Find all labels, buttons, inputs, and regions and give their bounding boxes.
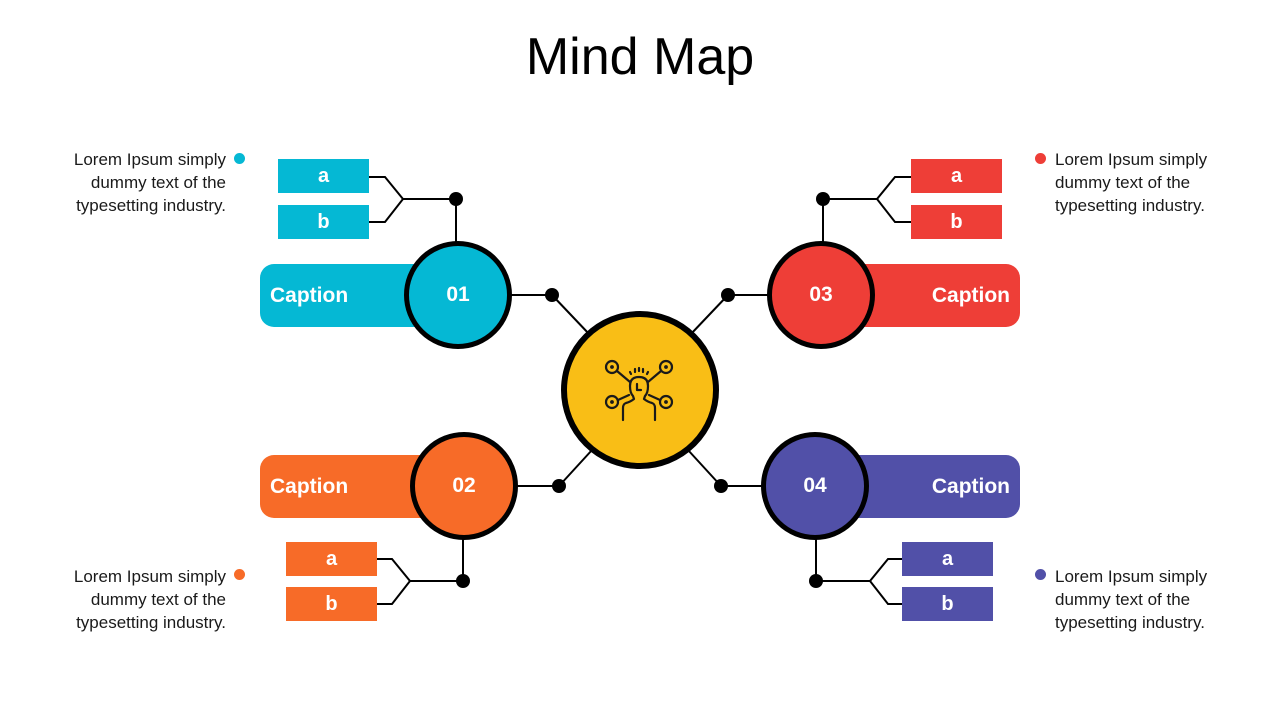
node-number: 02 <box>452 474 476 497</box>
branch-node-04[interactable]: 04 <box>761 432 869 540</box>
sub-item-02-b[interactable]: b <box>286 587 377 621</box>
junction-dot <box>552 479 566 493</box>
central-hub[interactable] <box>561 311 719 469</box>
fork-03-a <box>823 176 911 200</box>
junction-dot <box>714 479 728 493</box>
fork-01-a <box>368 176 456 200</box>
branch-node-03[interactable]: 03 <box>767 241 875 349</box>
sub-item-label: b <box>317 210 330 233</box>
note-01: Lorem Ipsum simply dummy text of the typ… <box>73 150 226 215</box>
sub-item-04-b[interactable]: b <box>902 587 993 621</box>
caption-label: Caption <box>270 283 349 307</box>
junction-dot <box>545 288 559 302</box>
sub-item-label: a <box>317 164 330 187</box>
fork-02-b <box>377 580 411 605</box>
sub-item-label: b <box>941 592 954 615</box>
node-number: 03 <box>809 283 833 306</box>
note-04: Lorem Ipsum simply dummy text of the typ… <box>1055 567 1208 632</box>
bullet-01 <box>234 153 245 164</box>
branch-node-01[interactable]: 01 <box>404 241 512 349</box>
sub-item-01-b[interactable]: b <box>278 205 369 239</box>
sub-item-03-a[interactable]: a <box>911 159 1002 193</box>
fork-02-a <box>377 558 463 582</box>
junction-dot <box>449 192 463 206</box>
junction-dot <box>809 574 823 588</box>
sub-item-label: a <box>950 164 963 187</box>
bullet-02 <box>234 569 245 580</box>
sub-item-04-a[interactable]: a <box>902 542 993 576</box>
fork-04-b <box>869 580 902 605</box>
junction-dot <box>721 288 735 302</box>
caption-label: Caption <box>270 474 349 498</box>
fork-04-a <box>816 558 902 582</box>
sub-item-label: a <box>325 547 338 570</box>
bullet-04 <box>1035 569 1046 580</box>
caption-label: Caption <box>931 474 1010 498</box>
sub-item-01-a[interactable]: a <box>278 159 369 193</box>
connector-center-01 <box>551 294 591 336</box>
bullet-03 <box>1035 153 1046 164</box>
node-number: 01 <box>446 283 470 306</box>
junction-dot <box>816 192 830 206</box>
sub-item-label: a <box>941 547 954 570</box>
note-02: Lorem Ipsum simply dummy text of the typ… <box>73 567 226 632</box>
mind-network-person-icon <box>604 359 674 422</box>
branch-node-02[interactable]: 02 <box>410 432 518 540</box>
fork-03-b <box>876 198 911 223</box>
caption-label: Caption <box>931 283 1010 307</box>
connector-center-03 <box>689 294 729 336</box>
fork-01-b <box>368 198 404 223</box>
note-03: Lorem Ipsum simply dummy text of the typ… <box>1055 150 1208 215</box>
sub-item-label: b <box>950 210 963 233</box>
node-number: 04 <box>803 474 827 497</box>
sub-item-02-a[interactable]: a <box>286 542 377 576</box>
sub-item-03-b[interactable]: b <box>911 205 1002 239</box>
sub-item-label: b <box>325 592 338 615</box>
junction-dot <box>456 574 470 588</box>
